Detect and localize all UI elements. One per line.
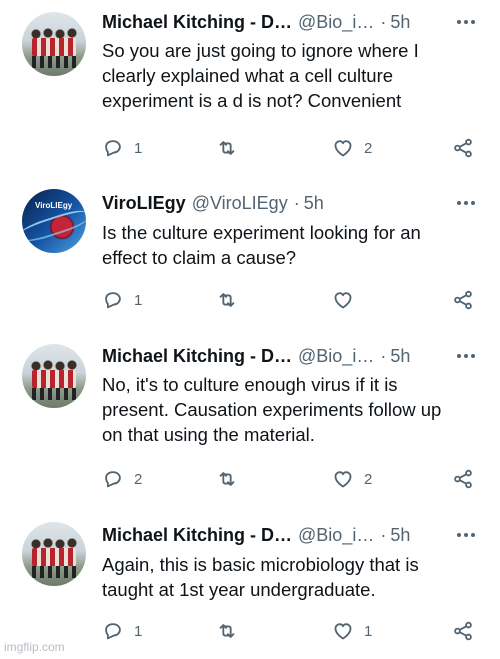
share-icon bbox=[454, 138, 472, 158]
share-button[interactable] bbox=[452, 134, 474, 162]
reply-count: 2 bbox=[134, 470, 143, 488]
avatar[interactable] bbox=[22, 522, 86, 586]
avatar[interactable] bbox=[22, 344, 86, 408]
like-count: 2 bbox=[364, 139, 373, 157]
author-handle[interactable]: @Bio_i… bbox=[298, 346, 374, 367]
tweet-actions: 1 1 bbox=[102, 617, 482, 645]
author-name[interactable]: Michael Kitching - D… bbox=[102, 346, 292, 367]
tweet-text-line: Again, this is basic microbiology that i… bbox=[102, 554, 419, 575]
tweet-text: So you are just going to ignore where I … bbox=[102, 38, 482, 113]
more-horizontal-icon[interactable] bbox=[454, 12, 478, 32]
reply-bubble-icon bbox=[105, 623, 121, 640]
tweet-text: Again, this is basic microbiology that i… bbox=[102, 552, 482, 602]
tweet-actions: 1 2 bbox=[102, 134, 482, 162]
share-icon bbox=[454, 621, 472, 641]
share-button[interactable] bbox=[452, 465, 474, 493]
tweet-text-line: experiment is a d is not? Convenient bbox=[102, 90, 402, 111]
reply-bubble-icon bbox=[105, 140, 121, 157]
reply-button[interactable]: 1 bbox=[102, 617, 142, 645]
separator-dot: · bbox=[293, 192, 300, 213]
avatar-logo-text: ViroLIEgy bbox=[35, 201, 73, 210]
like-button[interactable]: 1 bbox=[332, 617, 372, 645]
tweet-text-line: clearly explained what a cell culture bbox=[102, 65, 394, 86]
retweet-button[interactable] bbox=[216, 134, 248, 162]
retweet-button[interactable] bbox=[216, 286, 248, 314]
avatar[interactable]: ViroLIEgy bbox=[22, 189, 86, 253]
reply-button[interactable]: 1 bbox=[102, 134, 142, 162]
like-count: 1 bbox=[364, 622, 373, 640]
tweet-actions: 1 bbox=[102, 286, 482, 314]
separator-dot: · bbox=[380, 345, 387, 366]
reply-count: 1 bbox=[134, 622, 143, 640]
like-count: 2 bbox=[364, 470, 373, 488]
heart-icon bbox=[334, 623, 352, 640]
timestamp[interactable]: 5h bbox=[390, 346, 410, 367]
tweet-text-line: No, it's to culture enough virus if it i… bbox=[102, 374, 398, 395]
tweet-text-line: Is the culture experiment looking for an bbox=[102, 222, 421, 243]
tweet-text-line: present. Causation experiments follow up bbox=[102, 399, 442, 420]
like-button[interactable] bbox=[332, 286, 364, 314]
tweet-text: No, it's to culture enough virus if it i… bbox=[102, 372, 482, 447]
tweet-text-line: So you are just going to ignore where I bbox=[102, 40, 419, 61]
retweet-icon bbox=[219, 293, 235, 307]
reply-count: 1 bbox=[134, 291, 143, 309]
author-handle[interactable]: @Bio_i… bbox=[298, 525, 374, 546]
timestamp[interactable]: 5h bbox=[390, 525, 410, 546]
like-button[interactable]: 2 bbox=[332, 134, 372, 162]
retweet-icon bbox=[219, 472, 235, 486]
separator-dot: · bbox=[380, 524, 387, 545]
author-handle[interactable]: @ViroLIEgy bbox=[192, 193, 288, 214]
retweet-icon bbox=[219, 141, 235, 155]
reply-bubble-icon bbox=[105, 292, 121, 309]
retweet-button[interactable] bbox=[216, 465, 248, 493]
retweet-button[interactable] bbox=[216, 617, 248, 645]
reply-button[interactable]: 1 bbox=[102, 286, 142, 314]
author-name[interactable]: ViroLIEgy bbox=[102, 193, 186, 214]
tweet-text-line: taught at 1st year undergraduate. bbox=[102, 579, 376, 600]
author-name[interactable]: Michael Kitching - D… bbox=[102, 12, 292, 33]
timestamp[interactable]: 5h bbox=[304, 193, 324, 214]
author-handle[interactable]: @Bio_i… bbox=[298, 12, 374, 33]
share-button[interactable] bbox=[452, 286, 474, 314]
author-name[interactable]: Michael Kitching - D… bbox=[102, 525, 292, 546]
share-button[interactable] bbox=[452, 617, 474, 645]
like-button[interactable]: 2 bbox=[332, 465, 372, 493]
watermark: imgflip.com bbox=[4, 640, 65, 654]
tweet-text-line: on that using the material. bbox=[102, 424, 315, 445]
tweet-actions: 2 2 bbox=[102, 465, 482, 493]
reply-bubble-icon bbox=[105, 471, 121, 488]
heart-icon bbox=[334, 292, 352, 309]
tweet-text: Is the culture experiment looking for an… bbox=[102, 220, 482, 270]
reply-button[interactable]: 2 bbox=[102, 465, 142, 493]
retweet-icon bbox=[219, 624, 235, 638]
more-horizontal-icon[interactable] bbox=[454, 525, 478, 545]
avatar[interactable] bbox=[22, 12, 86, 76]
share-icon bbox=[454, 290, 472, 310]
timestamp[interactable]: 5h bbox=[390, 12, 410, 33]
share-icon bbox=[454, 469, 472, 489]
heart-icon bbox=[334, 471, 352, 488]
heart-icon bbox=[334, 140, 352, 157]
separator-dot: · bbox=[380, 11, 387, 32]
tweet-text-line: effect to claim a cause? bbox=[102, 247, 297, 268]
more-horizontal-icon[interactable] bbox=[454, 193, 478, 213]
reply-count: 1 bbox=[134, 139, 143, 157]
more-horizontal-icon[interactable] bbox=[454, 346, 478, 366]
